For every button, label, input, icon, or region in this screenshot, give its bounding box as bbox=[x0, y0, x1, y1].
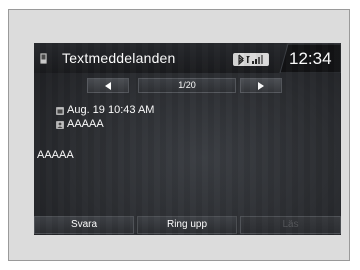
contact-icon bbox=[56, 121, 64, 129]
signal-strength-icon bbox=[252, 55, 263, 64]
message-date: Aug. 19 10:43 AM bbox=[67, 104, 155, 116]
calendar-icon bbox=[56, 107, 64, 115]
softkey-bar: Svara Ring upp Läs bbox=[34, 215, 341, 235]
page-indicator: 1/20 bbox=[138, 78, 236, 93]
header-bar: Textmeddelanden 12:34 bbox=[34, 43, 341, 73]
clock-time: 12:34 bbox=[289, 49, 332, 68]
call-button[interactable]: Ring upp bbox=[137, 216, 237, 234]
read-button[interactable]: Läs bbox=[240, 216, 341, 234]
next-message-button[interactable] bbox=[240, 78, 282, 93]
phone-icon bbox=[40, 53, 47, 64]
previous-message-button[interactable] bbox=[87, 78, 129, 93]
message-navigation: 1/20 bbox=[34, 76, 341, 96]
status-indicator bbox=[233, 53, 269, 66]
message-sender: AAAAA bbox=[67, 118, 104, 130]
infotainment-screen: Textmeddelanden 12:34 1/20 Aug. 19 10:43… bbox=[34, 43, 341, 235]
reply-button[interactable]: Svara bbox=[34, 216, 134, 234]
message-body: AAAAA bbox=[37, 149, 74, 161]
arrow-right-icon bbox=[258, 81, 264, 90]
page-title: Textmeddelanden bbox=[62, 50, 176, 66]
arrow-left-icon bbox=[105, 81, 111, 90]
